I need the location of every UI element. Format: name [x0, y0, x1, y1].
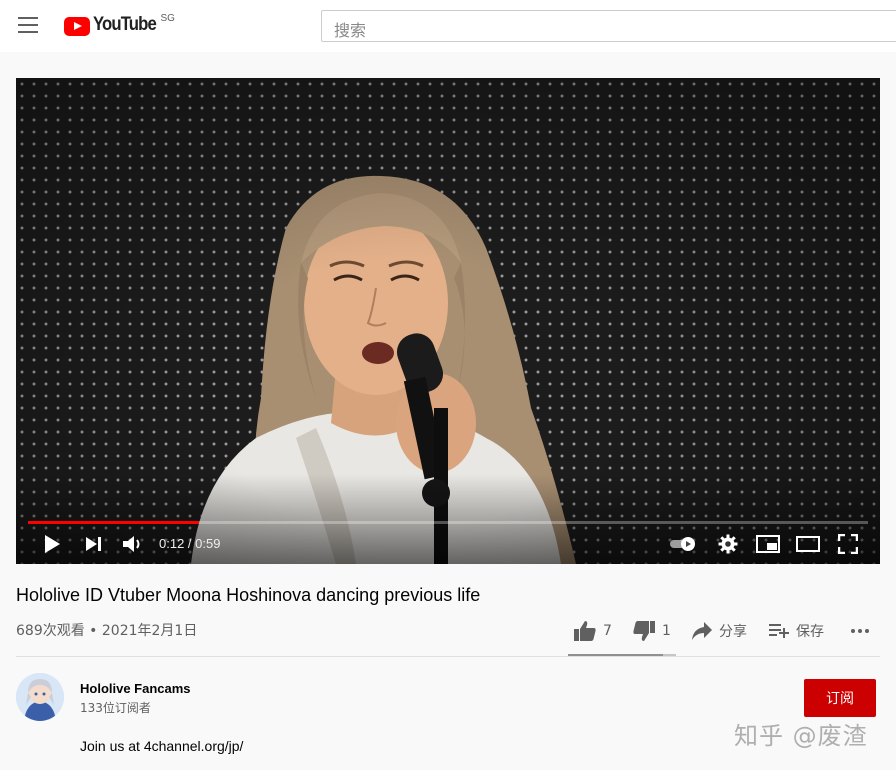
channel-avatar-image [16, 673, 64, 721]
volume-icon [123, 536, 140, 552]
settings-button[interactable] [714, 530, 742, 558]
time-display: 0:12 / 0:59 [159, 536, 221, 551]
share-label: 分享 [719, 624, 747, 640]
country-code: SG [160, 13, 175, 24]
divider [16, 656, 880, 657]
share-button[interactable]: 分享 [691, 616, 747, 646]
more-horiz-icon [851, 629, 869, 633]
video-description: Join us at 4channel.org/jp/ [80, 738, 244, 754]
fullscreen-button[interactable] [834, 530, 862, 558]
save-button[interactable]: 保存 [768, 616, 824, 646]
dislike-button[interactable]: 1 [632, 616, 671, 646]
dislike-count: 1 [662, 623, 671, 639]
autoplay-icon [670, 537, 695, 551]
gear-icon [718, 534, 738, 554]
mute-button[interactable] [120, 530, 146, 558]
logo-text: YouTube [93, 14, 157, 35]
autoplay-toggle[interactable] [668, 530, 700, 558]
theater-mode-button[interactable] [794, 530, 822, 558]
theater-mode-icon [796, 536, 820, 552]
subscribe-button[interactable]: 订阅 [804, 679, 876, 717]
watermark: 知乎 @废渣 [734, 722, 868, 750]
search-input[interactable]: 搜索 [321, 10, 896, 42]
next-button[interactable] [82, 530, 106, 558]
share-icon [692, 622, 712, 640]
like-count: 7 [603, 623, 612, 639]
menu-icon[interactable] [18, 17, 38, 33]
masthead: YouTube SG 搜索 [0, 0, 896, 52]
youtube-play-icon [64, 17, 90, 36]
more-actions-button[interactable] [850, 616, 870, 646]
thumbs-down-icon [633, 621, 655, 641]
skip-next-icon [86, 537, 101, 551]
progress-bar-played [28, 521, 199, 524]
channel-name[interactable]: Hololive Fancams [80, 681, 191, 696]
save-label: 保存 [796, 624, 824, 640]
miniplayer-icon [756, 535, 780, 553]
miniplayer-button[interactable] [754, 530, 782, 558]
play-icon [45, 535, 60, 553]
channel-avatar[interactable] [16, 673, 64, 721]
video-meta: 689次观看 • 2021年2月1日 [16, 623, 198, 639]
playlist-add-icon [769, 624, 789, 638]
video-player[interactable]: 0:12 / 0:59 [16, 78, 880, 564]
play-button[interactable] [40, 530, 64, 558]
like-button[interactable]: 7 [573, 616, 612, 646]
progress-bar[interactable] [28, 521, 868, 524]
subscriber-count: 133位订阅者 [80, 701, 151, 715]
fullscreen-icon [838, 534, 858, 554]
thumbs-up-icon [574, 621, 596, 641]
youtube-logo[interactable]: YouTube SG [64, 13, 175, 38]
video-title: Hololive ID Vtuber Moona Hoshinova danci… [16, 585, 481, 605]
